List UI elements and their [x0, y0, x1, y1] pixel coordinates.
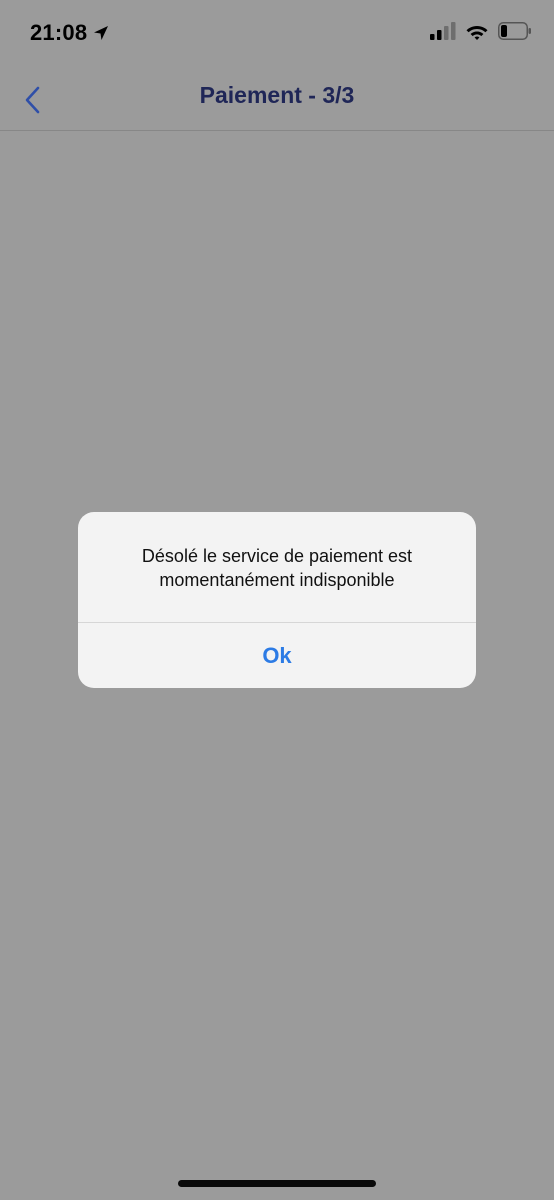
alert-message: Désolé le service de paiement est moment… — [98, 544, 456, 592]
navigation-bar: Paiement - 3/3 — [0, 70, 554, 131]
ok-button[interactable]: Ok — [78, 623, 476, 688]
status-time: 21:08 — [30, 20, 88, 45]
alert-message-line-2: momentanément indisponible — [159, 570, 395, 590]
location-arrow-icon — [93, 25, 109, 41]
status-bar: 21:08 — [0, 0, 554, 70]
wifi-icon — [466, 23, 488, 45]
cellular-signal-icon — [430, 22, 456, 45]
battery-icon — [498, 22, 532, 45]
status-time-group: 21:08 — [30, 20, 109, 46]
alert-message-line-1: Désolé le service de paiement est — [141, 546, 413, 566]
alert-dialog: Désolé le service de paiement est moment… — [78, 512, 476, 688]
page-title: Paiement - 3/3 — [199, 82, 355, 108]
status-indicators — [430, 22, 532, 45]
home-indicator[interactable] — [178, 1180, 376, 1187]
